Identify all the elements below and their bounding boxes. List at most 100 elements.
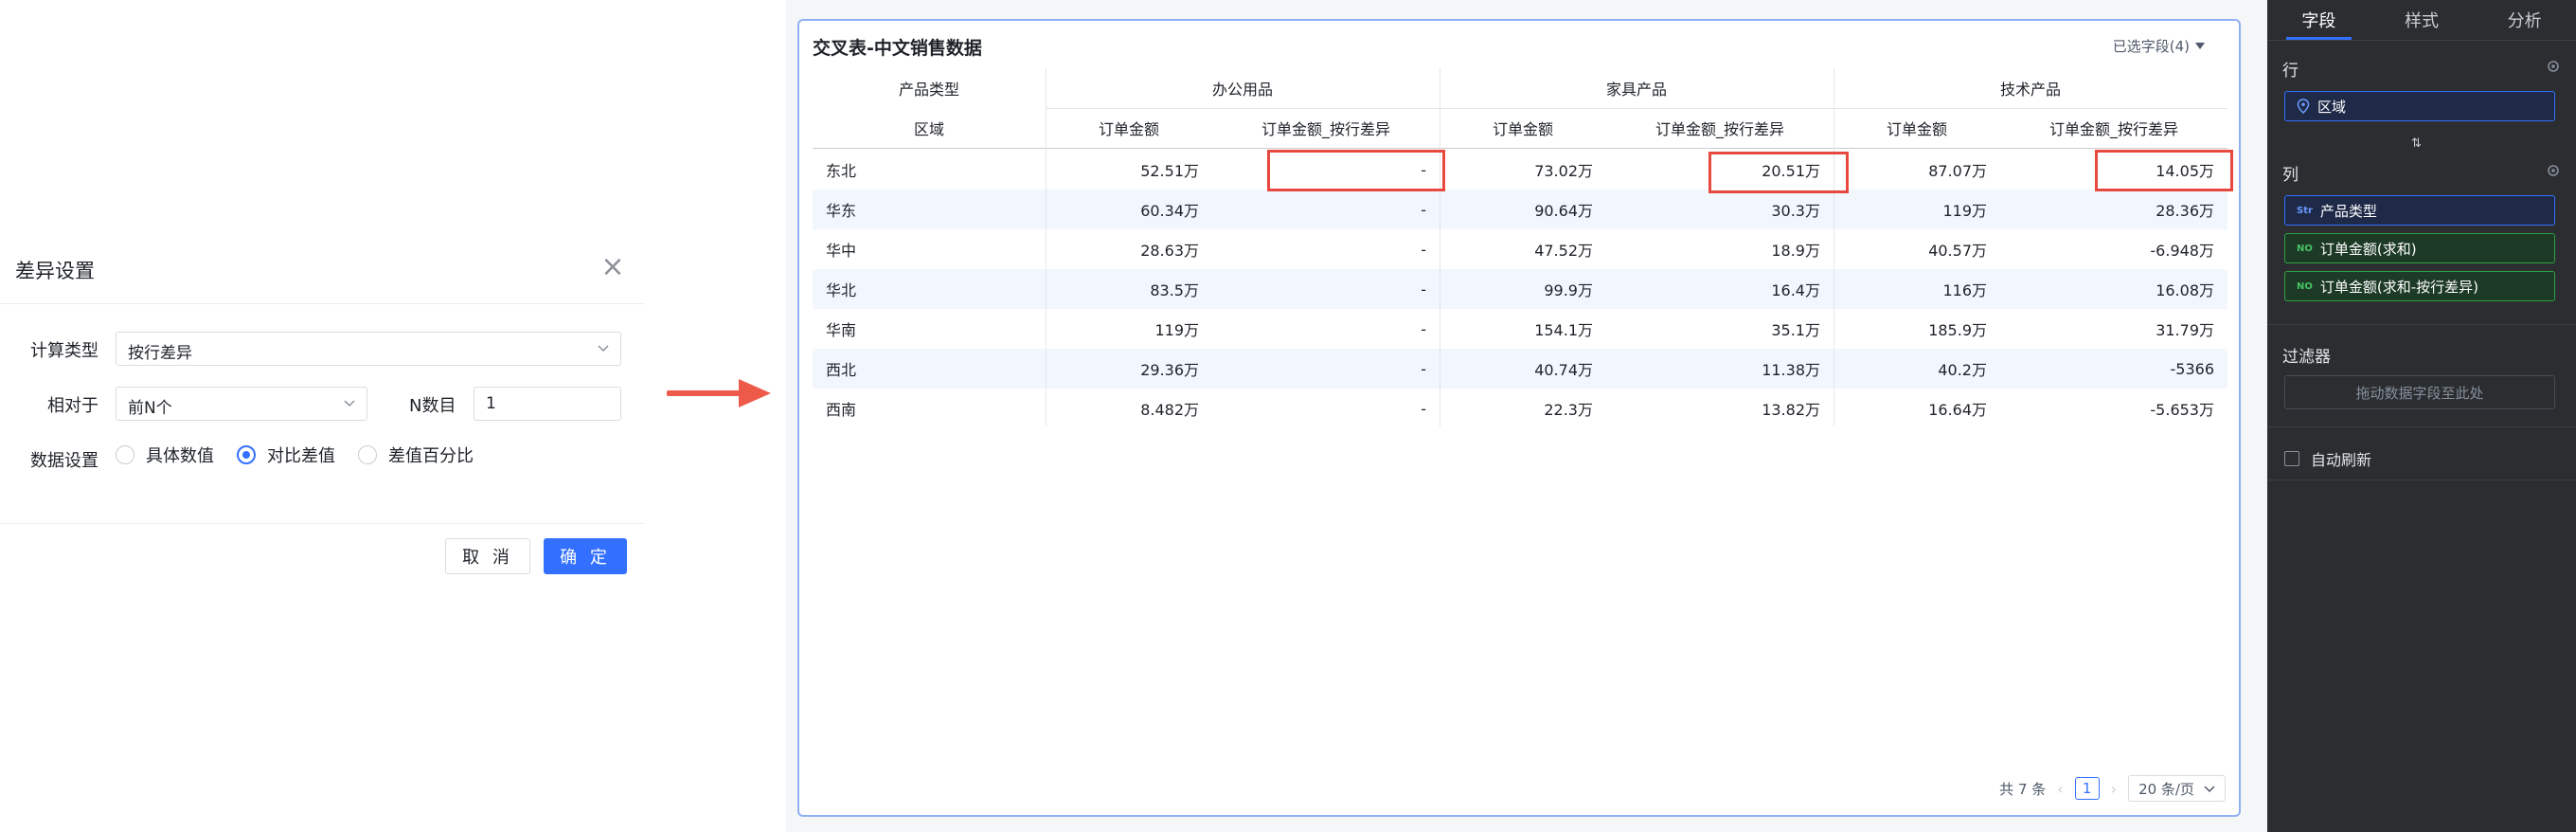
data-setting-label: 数据设置 <box>30 451 98 471</box>
diff-cell: 11.38万 <box>1762 361 1820 379</box>
diff-cell: - <box>1421 280 1426 298</box>
chevron-down-icon <box>344 400 355 407</box>
diff-cell: - <box>1421 319 1426 338</box>
relative-label: 相对于 <box>47 396 98 416</box>
checkbox-box <box>2284 451 2299 466</box>
number-type-icon: NO <box>2297 243 2313 254</box>
close-icon[interactable]: × <box>599 253 627 282</box>
value-cell: 52.51万 <box>1140 162 1199 180</box>
region-cell: 西北 <box>826 361 857 379</box>
cancel-button[interactable]: 取 消 <box>445 538 530 574</box>
dialog-divider <box>0 523 644 524</box>
diff-cell: 30.3万 <box>1771 202 1820 220</box>
value-cell: 40.57万 <box>1928 242 1987 260</box>
header-measure-diff: 订单金额_按行差异 <box>1261 120 1390 138</box>
table-row: 华南 119万 - 154.1万 35.1万 185.9万 31.79万 <box>813 309 2227 349</box>
value-cell: 40.2万 <box>1938 361 1987 379</box>
header-row-groups: 产品类型 办公用品 家具产品 技术产品 <box>813 68 2227 108</box>
total-count: 共 7 条 <box>1999 780 2047 798</box>
header-region: 区域 <box>913 120 944 138</box>
region-cell: 东北 <box>826 162 857 180</box>
auto-refresh-label: 自动刷新 <box>2311 451 2372 469</box>
selected-fields-dropdown[interactable]: 已选字段(4) <box>2113 36 2205 56</box>
pagination: 共 7 条 ‹ 1 › 20 条/页 <box>1999 775 2226 802</box>
measure-pill[interactable]: NO 订单金额(求和) <box>2284 233 2555 263</box>
tab-style[interactable]: 样式 <box>2370 0 2474 40</box>
page-number-current[interactable]: 1 <box>2074 777 2100 800</box>
caret-down-icon <box>2195 43 2205 49</box>
dialog-divider <box>0 303 644 304</box>
region-cell: 西南 <box>826 401 857 419</box>
diff-cell: -5.653万 <box>2150 401 2214 419</box>
gear-icon[interactable] <box>2546 163 2561 178</box>
panel-tabs: 字段 样式 分析 <box>2267 0 2576 40</box>
diff-cell: 28.36万 <box>2156 202 2214 220</box>
diff-cell: - <box>1421 160 1426 179</box>
header-group: 家具产品 <box>1605 81 1667 99</box>
tab-analysis[interactable]: 分析 <box>2473 0 2576 40</box>
radio-circle <box>116 445 134 464</box>
diff-cell: -5366 <box>2170 359 2215 378</box>
region-cell: 华南 <box>826 321 857 339</box>
rows-section-label: 行 <box>2282 62 2299 81</box>
auto-refresh-checkbox[interactable]: 自动刷新 <box>2284 447 2371 470</box>
next-page-icon[interactable]: › <box>2111 780 2117 798</box>
table-row: 华北 83.5万 - 99.9万 16.4万 116万 16.08万 <box>813 269 2227 309</box>
prev-page-icon[interactable]: ‹ <box>2057 780 2063 798</box>
string-type-icon: Str <box>2297 205 2313 216</box>
diff-cell: 35.1万 <box>1771 321 1820 339</box>
divider <box>2267 324 2576 325</box>
region-cell: 华中 <box>826 242 857 260</box>
table-title: 交叉表-中文销售数据 <box>813 38 982 59</box>
table-row: 西南 8.482万 - 22.3万 13.82万 16.64万 -5.653万 <box>813 389 2227 428</box>
calc-type-select[interactable]: 按行差异 <box>116 332 621 366</box>
chevron-down-icon <box>2204 786 2215 793</box>
diff-cell: 16.08万 <box>2156 281 2214 299</box>
value-cell: 87.07万 <box>1928 162 1987 180</box>
ok-button[interactable]: 确 定 <box>544 538 627 574</box>
calc-type-label: 计算类型 <box>30 341 98 361</box>
filter-drop-zone[interactable]: 拖动数据字段至此处 <box>2284 375 2555 409</box>
measure-pill[interactable]: NO 订单金额(求和-按行差异) <box>2284 271 2555 301</box>
page-size-value: 20 条/页 <box>2138 780 2194 798</box>
divider <box>2267 479 2576 480</box>
tab-fields[interactable]: 字段 <box>2267 0 2370 40</box>
diff-cell: 20.51万 <box>1762 162 1820 180</box>
diff-cell: 16.4万 <box>1771 281 1820 299</box>
value-cell: 47.52万 <box>1534 242 1593 260</box>
selected-fields-label: 已选字段(4) <box>2112 38 2190 55</box>
value-cell: 119万 <box>1942 202 1987 220</box>
value-cell: 60.34万 <box>1140 202 1199 220</box>
value-cell: 40.74万 <box>1534 361 1593 379</box>
swap-icon[interactable]: ⇅ <box>2411 136 2422 151</box>
config-panel: 字段 样式 分析 行 区域 ⇅ 列 Str 产品类型 NO 订单金额(求和) N… <box>2267 0 2576 832</box>
calc-type-value: 按行差异 <box>128 344 192 363</box>
value-cell: 119万 <box>1154 321 1199 339</box>
table-row: 西北 29.36万 - 40.74万 11.38万 40.2万 -5366 <box>813 349 2227 389</box>
location-pin-icon <box>2297 99 2310 114</box>
header-row-measures: 区域 订单金额 订单金额_按行差异 订单金额 订单金额_按行差异 订单金额 订单… <box>813 108 2227 148</box>
relative-value: 前N个 <box>128 399 172 418</box>
gear-icon[interactable] <box>2546 59 2561 74</box>
n-count-input[interactable] <box>474 387 621 421</box>
value-cell: 83.5万 <box>1150 281 1199 299</box>
value-cell: 8.482万 <box>1140 401 1199 419</box>
radio-specific-value[interactable]: 具体数值 <box>116 442 214 468</box>
region-cell: 华北 <box>826 281 857 299</box>
value-cell: 73.02万 <box>1534 162 1593 180</box>
row-field-pill[interactable]: 区域 <box>2284 91 2555 121</box>
diff-cell: 31.79万 <box>2156 321 2214 339</box>
column-dimension-pill[interactable]: Str 产品类型 <box>2284 195 2555 226</box>
radio-label: 差值百分比 <box>388 446 474 466</box>
radio-compare-diff[interactable]: 对比差值 <box>237 442 335 468</box>
measure-field-label: 订单金额(求和) <box>2319 240 2417 258</box>
divider <box>2267 426 2576 427</box>
columns-section-label: 列 <box>2282 166 2299 185</box>
value-cell: 90.64万 <box>1534 202 1593 220</box>
header-measure-diff: 订单金额_按行差异 <box>2048 120 2178 138</box>
page-size-select[interactable]: 20 条/页 <box>2128 775 2226 802</box>
radio-diff-percent[interactable]: 差值百分比 <box>358 442 474 468</box>
filter-section-label: 过滤器 <box>2282 348 2331 367</box>
relative-select[interactable]: 前N个 <box>116 387 367 421</box>
value-cell: 28.63万 <box>1140 242 1199 260</box>
